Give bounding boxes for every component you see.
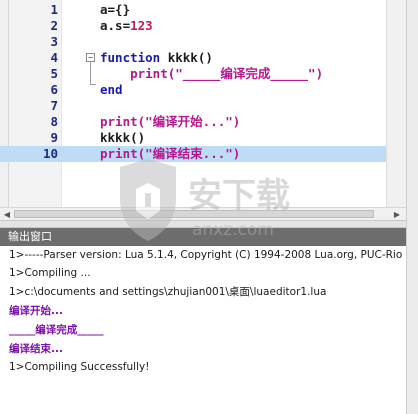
code-text[interactable]: a.s=123 bbox=[100, 18, 153, 34]
output-line: 1>c:\documents and settings\zhujian001\桌… bbox=[9, 286, 327, 298]
code-line[interactable]: 9 kkkk() bbox=[0, 130, 386, 146]
line-number: 5 bbox=[50, 66, 58, 81]
fold-guide-end bbox=[90, 84, 96, 85]
watermark-text: 安下载 bbox=[188, 176, 290, 216]
arrow-right-icon[interactable]: ▶ bbox=[391, 209, 403, 220]
string-token: "编译开始..." bbox=[145, 114, 233, 129]
line-number: 10 bbox=[42, 146, 58, 161]
output-line-highlight: 编译开始... bbox=[9, 305, 63, 317]
collapse-box-icon[interactable]: − bbox=[86, 53, 95, 62]
arrow-left-icon[interactable]: ◀ bbox=[1, 209, 13, 220]
code-text[interactable]: kkkk() bbox=[100, 130, 145, 146]
code-line[interactable]: 5 print("_____编译完成_____") bbox=[0, 66, 386, 82]
output-line: 1>Compiling ... bbox=[9, 267, 91, 279]
code-text[interactable]: end bbox=[100, 82, 123, 98]
line-number: 2 bbox=[50, 18, 58, 33]
code-text[interactable]: print("_____编译完成_____") bbox=[100, 66, 323, 82]
code-text[interactable]: a={} bbox=[100, 2, 130, 18]
line-number: 7 bbox=[50, 98, 58, 113]
code-line[interactable]: 2 a.s=123 bbox=[0, 18, 386, 34]
vertical-scrollbar[interactable] bbox=[386, 0, 406, 207]
call-token: print( bbox=[100, 66, 176, 81]
watermark-subtext: anxz.com bbox=[192, 220, 274, 240]
output-line: 1>Compiling Successfully! bbox=[9, 361, 150, 373]
call-token: ) bbox=[315, 66, 324, 81]
line-number: 1 bbox=[50, 2, 58, 17]
code-line[interactable]: 6 end bbox=[0, 82, 386, 98]
window-right-edge bbox=[406, 0, 418, 414]
fold-guide bbox=[90, 62, 91, 84]
output-panel[interactable]: 1>-----Parser version: Lua 5.1.4, Copyri… bbox=[0, 246, 406, 414]
string-token: "_____编译完成_____" bbox=[175, 66, 316, 81]
code-line[interactable]: 4 function kkkk() bbox=[0, 50, 386, 66]
keyword-token: function bbox=[100, 50, 168, 65]
code-text[interactable]: print("编译开始...") bbox=[100, 114, 240, 130]
number-token: 123 bbox=[130, 18, 153, 33]
code-token: a.s= bbox=[100, 18, 131, 33]
code-line[interactable]: 7 bbox=[0, 98, 386, 114]
call-token: ) bbox=[232, 114, 241, 129]
line-number: 6 bbox=[50, 82, 58, 97]
code-line[interactable]: 3 bbox=[0, 34, 386, 50]
line-number: 3 bbox=[50, 34, 58, 49]
shield-logo-icon: 安下载 anxz.com bbox=[120, 159, 290, 241]
output-line-highlight: _____编译完成_____ bbox=[9, 324, 104, 336]
code-token: a={} bbox=[100, 2, 131, 17]
code-token: kkkk() bbox=[100, 130, 146, 145]
keyword-token: end bbox=[100, 82, 123, 97]
line-number: 8 bbox=[50, 114, 58, 129]
code-line[interactable]: 1 a={} bbox=[0, 2, 386, 18]
call-token: print( bbox=[100, 114, 146, 129]
line-number: 9 bbox=[50, 130, 58, 145]
line-number: 4 bbox=[50, 50, 58, 65]
code-token: kkkk() bbox=[167, 50, 213, 65]
code-line[interactable]: 8 print("编译开始...") bbox=[0, 114, 386, 130]
code-text[interactable]: function kkkk() bbox=[100, 50, 213, 66]
output-line-highlight: 编译结束... bbox=[9, 343, 63, 355]
